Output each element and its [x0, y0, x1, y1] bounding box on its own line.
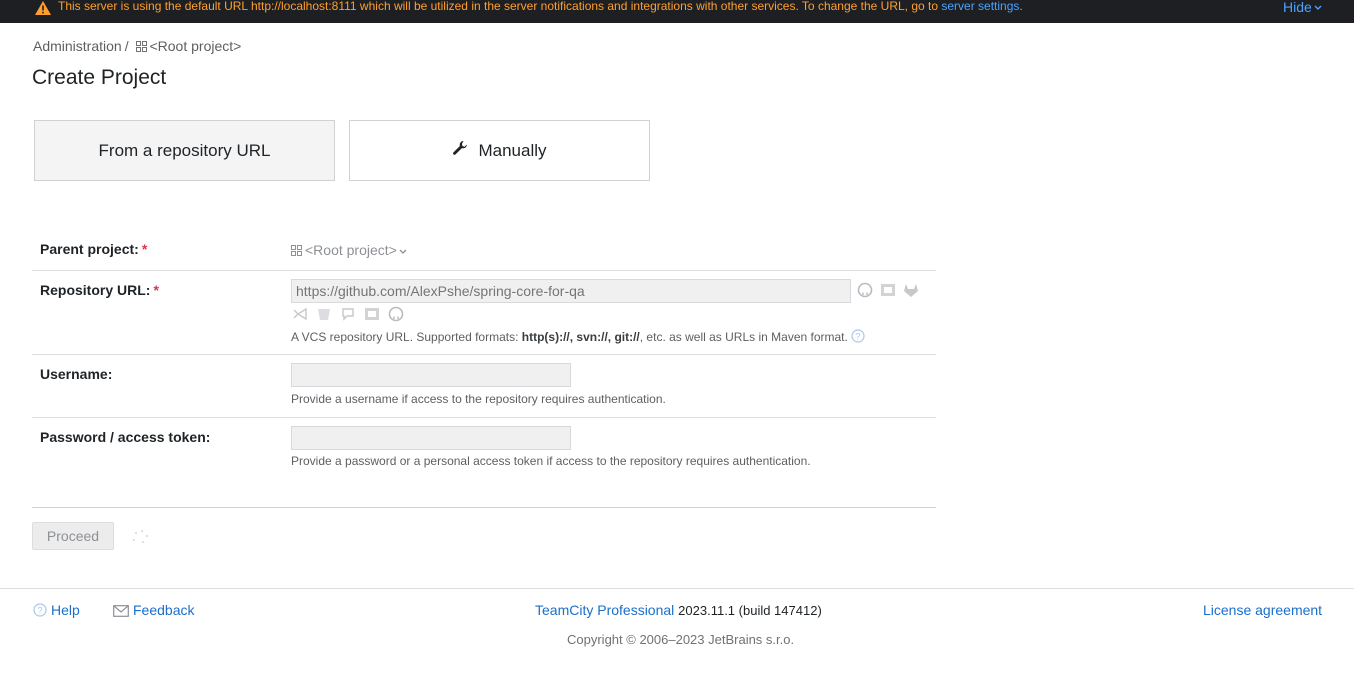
username-row: Username: Provide a username if access t…: [32, 355, 936, 418]
vcs-provider-icons-more: [292, 306, 404, 322]
footer-help-link[interactable]: ? Help: [33, 602, 80, 618]
svg-text:?: ?: [37, 606, 42, 616]
repository-url-row: Repository URL:* A VCS repository URL. S…: [32, 271, 936, 355]
tab-label: Manually: [478, 140, 547, 160]
aws-codecommit-icon[interactable]: [340, 306, 356, 322]
create-project-form: Parent project: * <Root project> Reposito…: [32, 230, 936, 508]
server-url-warning-banner: This server is using the default URL htt…: [0, 0, 1354, 23]
repository-url-input[interactable]: [291, 279, 851, 303]
parent-project-value: <Root project>: [305, 242, 397, 258]
banner-text-end: .: [1019, 0, 1023, 13]
username-help: Provide a username if access to the repo…: [291, 392, 666, 406]
version-text: 2023.11.1 (build 147412): [678, 603, 822, 618]
password-label: Password / access token:: [40, 429, 211, 445]
vcs-provider-icons: [857, 282, 919, 298]
label-text: Repository URL:: [40, 282, 151, 298]
password-input[interactable]: [291, 426, 571, 450]
breadcrumb-root-project[interactable]: <Root project>: [149, 38, 241, 54]
feedback-label: Feedback: [133, 602, 195, 618]
license-agreement-link[interactable]: License agreement: [1203, 602, 1322, 618]
envelope-icon: [113, 605, 129, 617]
hide-label: Hide: [1283, 0, 1312, 15]
gitlab-icon[interactable]: [903, 282, 919, 298]
help-suffix: , etc. as well as URLs in Maven format.: [639, 330, 848, 344]
project-icon: [291, 243, 302, 259]
scrollbar[interactable]: [1354, 0, 1366, 683]
teamcity-product-link[interactable]: TeamCity Professional: [535, 602, 674, 618]
server-settings-link[interactable]: server settings: [941, 0, 1019, 13]
bitbucket-icon[interactable]: [316, 306, 332, 322]
help-prefix: A VCS repository URL. Supported formats:: [291, 330, 519, 344]
loading-spinner-icon: [130, 528, 150, 544]
username-label: Username:: [40, 366, 113, 382]
tab-from-repository-url[interactable]: From a repository URL: [34, 120, 335, 181]
help-label: Help: [51, 602, 80, 618]
repository-url-help: A VCS repository URL. Supported formats:…: [291, 329, 865, 346]
parent-project-label: Parent project: *: [40, 241, 147, 257]
required-marker: *: [141, 241, 148, 257]
footer: ? Help Feedback TeamCity Professional 202…: [0, 588, 1354, 683]
tab-label: From a repository URL: [98, 140, 271, 160]
parent-project-select[interactable]: <Root project>: [291, 242, 407, 259]
password-row: Password / access token: Provide a passw…: [32, 418, 936, 508]
banner-message: This server is using the default URL htt…: [58, 0, 1023, 13]
tab-manually[interactable]: Manually: [349, 120, 650, 181]
space-icon[interactable]: [364, 306, 380, 322]
question-icon: ?: [33, 603, 47, 617]
svg-text:?: ?: [855, 332, 860, 342]
warning-icon: [35, 1, 51, 15]
username-input[interactable]: [291, 363, 571, 387]
banner-text: This server is using the default URL htt…: [58, 0, 939, 13]
wrench-icon: [452, 140, 468, 161]
copyright-text: Copyright © 2006–2023 JetBrains s.r.o.: [567, 632, 795, 647]
breadcrumb-separator: /: [124, 38, 129, 54]
chevron-down-icon: [1314, 5, 1322, 10]
proceed-button[interactable]: Proceed: [32, 522, 114, 550]
hide-banner-button[interactable]: Hide: [1283, 0, 1322, 14]
chevron-down-icon: [399, 249, 407, 254]
required-marker: *: [153, 282, 159, 298]
github-enterprise-icon[interactable]: [388, 306, 404, 322]
azure-devops-icon[interactable]: [292, 306, 308, 322]
password-help: Provide a password or a personal access …: [291, 454, 811, 468]
help-formats: http(s)://, svn://, git://: [521, 330, 640, 344]
repository-url-label: Repository URL: *: [40, 282, 159, 298]
bitbucket-server-icon[interactable]: [880, 282, 896, 298]
breadcrumb-administration[interactable]: Administration: [33, 38, 122, 54]
breadcrumb: Administration / <Root project>: [33, 38, 241, 55]
footer-feedback-link[interactable]: Feedback: [113, 602, 194, 618]
question-icon[interactable]: ?: [851, 329, 865, 346]
github-icon[interactable]: [857, 282, 873, 298]
page-title: Create Project: [32, 66, 167, 89]
project-icon: [136, 39, 148, 55]
parent-project-row: Parent project: * <Root project>: [32, 230, 936, 271]
product-info: TeamCity Professional 2023.11.1 (build 1…: [535, 602, 822, 618]
label-text: Parent project:: [40, 241, 139, 257]
